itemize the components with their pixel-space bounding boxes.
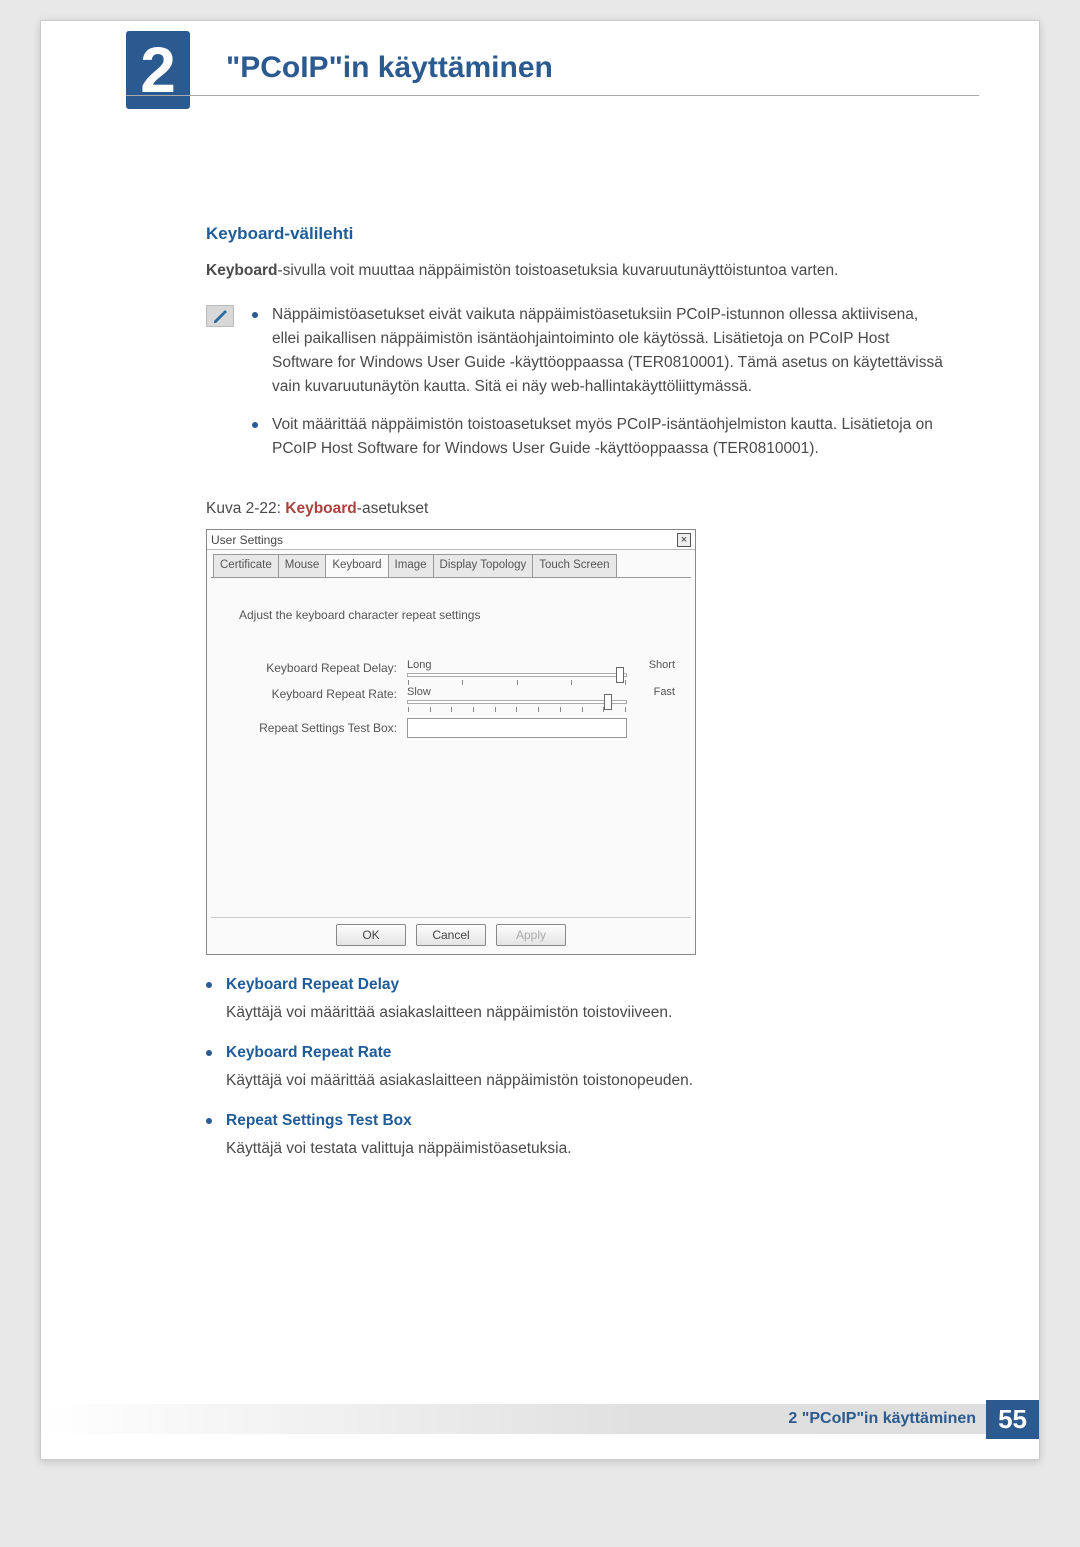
definition-item: Keyboard Repeat Rate <box>206 1041 944 1065</box>
row-repeat-rate: Keyboard Repeat Rate: Slow Fast <box>227 685 675 704</box>
note-block: Näppäimistöasetukset eivät vaikuta näppä… <box>206 303 944 475</box>
close-icon[interactable]: × <box>677 533 691 547</box>
intro-bold-term: Keyboard <box>206 262 278 279</box>
section-title: Keyboard-välilehti <box>206 221 944 247</box>
bullet-icon <box>252 312 258 318</box>
definition-term: Keyboard Repeat Rate <box>226 1041 391 1065</box>
note-item: Näppäimistöasetukset eivät vaikuta näppä… <box>252 303 944 399</box>
bullet-icon <box>206 982 212 988</box>
dialog-tabs: Certificate Mouse Keyboard Image Display… <box>207 550 695 577</box>
note-icon <box>206 305 234 327</box>
section-intro: Keyboard-sivulla voit muuttaa näppäimist… <box>206 259 944 283</box>
note-text: Näppäimistöasetukset eivät vaikuta näppä… <box>272 303 944 399</box>
caption-bold: Keyboard <box>285 500 357 517</box>
definition-body: Käyttäjä voi testata valittuja näppäimis… <box>226 1137 944 1161</box>
slider-thumb[interactable] <box>616 667 624 683</box>
note-text: Voit määrittää näppäimistön toistoasetuk… <box>272 413 944 461</box>
caption-prefix: Kuva 2-22: <box>206 500 285 517</box>
header-divider <box>126 95 979 96</box>
slider-thumb[interactable] <box>604 694 612 710</box>
label-test-box: Repeat Settings Test Box: <box>227 719 407 738</box>
row-repeat-delay: Keyboard Repeat Delay: Long Short <box>227 659 675 678</box>
label-repeat-delay: Keyboard Repeat Delay: <box>227 659 407 678</box>
definition-body: Käyttäjä voi määrittää asiakaslaitteen n… <box>226 1001 944 1025</box>
definition-term: Keyboard Repeat Delay <box>226 973 399 997</box>
bullet-icon <box>206 1050 212 1056</box>
document-page: 2 "PCoIP"in käyttäminen Keyboard-välileh… <box>40 20 1040 1460</box>
page-number: 55 <box>986 1400 1039 1439</box>
tab-certificate[interactable]: Certificate <box>213 554 279 577</box>
figure-caption: Kuva 2-22: Keyboard-asetukset <box>206 497 944 521</box>
dialog-description: Adjust the keyboard character repeat set… <box>227 606 675 625</box>
note-item: Voit määrittää näppäimistön toistoasetuk… <box>252 413 944 461</box>
caption-suffix: -asetukset <box>357 500 429 517</box>
apply-button[interactable]: Apply <box>496 924 566 946</box>
note-list: Näppäimistöasetukset eivät vaikuta näppä… <box>252 303 944 475</box>
page-header: 2 "PCoIP"in käyttäminen <box>41 21 1039 131</box>
definition-term: Repeat Settings Test Box <box>226 1109 412 1133</box>
tab-keyboard[interactable]: Keyboard <box>325 554 388 577</box>
row-test-box: Repeat Settings Test Box: <box>227 718 675 738</box>
definition-item: Keyboard Repeat Delay <box>206 973 944 997</box>
tab-image[interactable]: Image <box>388 554 434 577</box>
dialog-footer: OK Cancel Apply <box>211 917 691 954</box>
page-footer: 2 "PCoIP"in käyttäminen 55 <box>41 1399 1039 1439</box>
definitions-list: Keyboard Repeat Delay Käyttäjä voi määri… <box>206 973 944 1161</box>
intro-text: -sivulla voit muuttaa näppäimistön toist… <box>278 262 839 279</box>
definition-item: Repeat Settings Test Box <box>206 1109 944 1133</box>
tab-touch-screen[interactable]: Touch Screen <box>532 554 616 577</box>
user-settings-dialog: User Settings × Certificate Mouse Keyboa… <box>206 529 696 955</box>
bullet-icon <box>252 422 258 428</box>
slider-repeat-delay[interactable]: Long Short <box>407 659 675 677</box>
tab-mouse[interactable]: Mouse <box>278 554 327 577</box>
ok-button[interactable]: OK <box>336 924 406 946</box>
cancel-button[interactable]: Cancel <box>416 924 486 946</box>
dialog-body: Adjust the keyboard character repeat set… <box>211 577 691 917</box>
slider-right-label: Fast <box>654 684 675 701</box>
slider-left-label: Long <box>407 657 431 674</box>
slider-right-label: Short <box>649 657 675 674</box>
bullet-icon <box>206 1118 212 1124</box>
chapter-title: "PCoIP"in käyttäminen <box>226 51 553 85</box>
footer-text: 2 "PCoIP"in käyttäminen <box>788 1410 986 1428</box>
repeat-test-input[interactable] <box>407 718 627 738</box>
page-content: Keyboard-välilehti Keyboard-sivulla voit… <box>41 131 1039 1161</box>
slider-repeat-rate[interactable]: Slow Fast <box>407 686 675 704</box>
tab-display-topology[interactable]: Display Topology <box>433 554 534 577</box>
dialog-title: User Settings <box>211 531 283 550</box>
dialog-titlebar: User Settings × <box>207 530 695 550</box>
chapter-number-box: 2 <box>126 31 190 109</box>
definition-body: Käyttäjä voi määrittää asiakaslaitteen n… <box>226 1069 944 1093</box>
slider-track[interactable] <box>407 673 627 677</box>
slider-track[interactable] <box>407 700 627 704</box>
label-repeat-rate: Keyboard Repeat Rate: <box>227 685 407 704</box>
pencil-icon <box>212 309 228 323</box>
slider-left-label: Slow <box>407 684 431 701</box>
